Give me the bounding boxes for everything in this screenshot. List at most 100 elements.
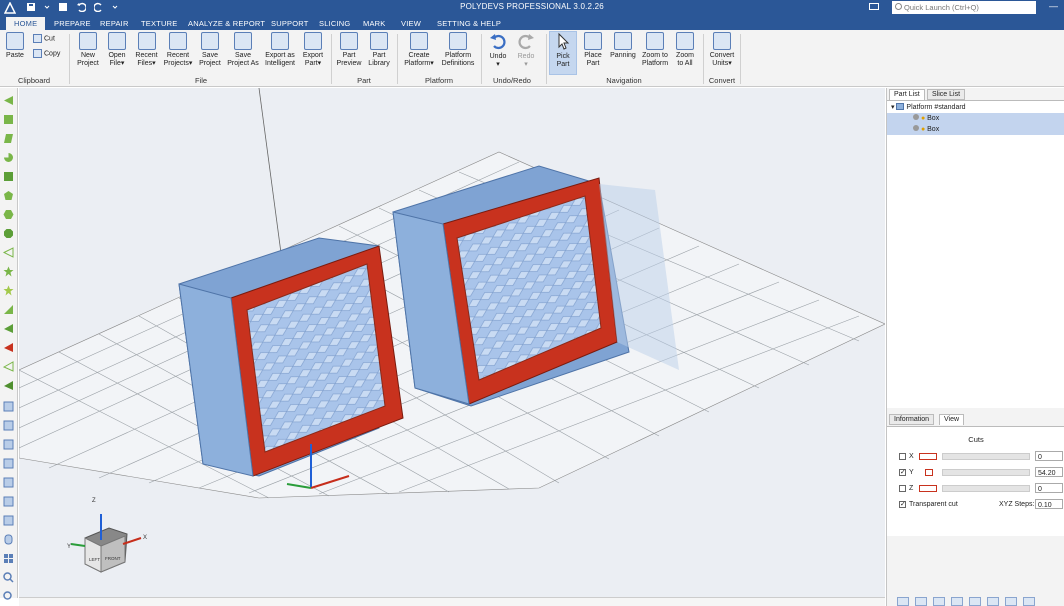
save-project-as-button[interactable]: Save Project As: [226, 32, 260, 68]
grid-tool-icon[interactable]: [3, 553, 14, 564]
view-mode-6-icon[interactable]: [987, 597, 999, 606]
wedge-tool-icon[interactable]: [3, 304, 14, 315]
convert-units-button[interactable]: Convert Units▾: [707, 32, 737, 68]
cut-y-slider[interactable]: [942, 469, 1030, 476]
tab-mark[interactable]: MARK: [363, 19, 385, 28]
search-tool-icon[interactable]: [3, 591, 14, 602]
cut-button[interactable]: Cut: [33, 34, 55, 43]
undo-dropdown-arrow[interactable]: ▾: [486, 61, 510, 69]
cube-tool-3-icon[interactable]: [3, 439, 14, 450]
view-mode-4-icon[interactable]: [951, 597, 963, 606]
triangle-tool-icon[interactable]: [3, 95, 14, 106]
tab-slicing[interactable]: SLICING: [319, 19, 350, 28]
outline-triangle-tool-icon[interactable]: [3, 247, 14, 258]
view-mode-7-icon[interactable]: [1005, 597, 1017, 606]
cut-y-value-input[interactable]: 54.20: [1035, 467, 1063, 477]
copy-button[interactable]: Copy: [33, 49, 60, 58]
create-platform-button[interactable]: Create Platform▾: [401, 32, 437, 68]
export-part-button[interactable]: Export Part▾: [300, 32, 326, 68]
tree-item-box-2[interactable]: ● Box: [887, 124, 1064, 135]
undo-button[interactable]: Undo ▾: [486, 32, 510, 69]
red-wedge-tool-icon[interactable]: [3, 342, 14, 353]
cut-x-value-input[interactable]: 0: [1035, 451, 1063, 461]
view-mode-3-icon[interactable]: [933, 597, 945, 606]
cube-tool-icon[interactable]: [3, 401, 14, 412]
tab-part-list[interactable]: Part List: [889, 89, 925, 100]
part-library-button[interactable]: Part Library: [365, 32, 393, 68]
xyz-steps-input[interactable]: 0.10: [1035, 499, 1063, 509]
cut-z-checkbox[interactable]: [899, 485, 906, 492]
cube-tool-5-icon[interactable]: [3, 477, 14, 488]
zoom-to-all-button[interactable]: Zoom to All: [672, 32, 698, 68]
star-alt-tool-icon[interactable]: [3, 285, 14, 296]
lightbulb-icon[interactable]: ●: [921, 115, 925, 122]
paste-button[interactable]: Paste: [4, 32, 26, 60]
octagon-tool-icon[interactable]: [3, 228, 14, 239]
tab-support[interactable]: SUPPORT: [271, 19, 309, 28]
square-tool-icon[interactable]: [3, 114, 14, 125]
tab-view[interactable]: VIEW: [401, 19, 421, 28]
cube-tool-2-icon[interactable]: [3, 420, 14, 431]
zoom-to-platform-button[interactable]: Zoom to Platform: [639, 32, 671, 68]
part-preview-button[interactable]: Part Preview: [335, 32, 363, 68]
cut-y-checkbox[interactable]: ✓: [899, 469, 906, 476]
cylinder-tool-icon[interactable]: [3, 534, 14, 545]
new-project-button[interactable]: New Project: [74, 32, 102, 68]
3d-viewport[interactable]: LEFT FRONT Z Y X: [19, 88, 885, 598]
cut-x-color-swatch[interactable]: [919, 453, 937, 460]
cut-x-slider[interactable]: [942, 453, 1030, 460]
export-intelligent-button[interactable]: Export as Intelligent: [262, 32, 298, 68]
parallelogram-tool-icon[interactable]: [3, 133, 14, 144]
recent-files-button[interactable]: Recent Files▾: [133, 32, 160, 68]
tab-view[interactable]: View: [939, 414, 965, 425]
tab-prepare[interactable]: PREPARE: [54, 19, 91, 28]
cut-x-checkbox[interactable]: [899, 453, 906, 460]
cut-z-value-input[interactable]: 0: [1035, 483, 1063, 493]
pentagon-tool-icon[interactable]: [3, 190, 14, 201]
redo-button[interactable]: Redo ▾: [514, 32, 538, 69]
box-tool-icon[interactable]: [3, 171, 14, 182]
panning-button[interactable]: Panning: [608, 32, 638, 60]
view-cube[interactable]: [70, 514, 142, 573]
minimize-button[interactable]: —: [1049, 1, 1058, 11]
lightbulb-icon[interactable]: ●: [921, 126, 925, 133]
cube-tool-4-icon[interactable]: [3, 458, 14, 469]
cube-tool-7-icon[interactable]: [3, 515, 14, 526]
tab-information[interactable]: Information: [889, 414, 935, 425]
tab-slice-list[interactable]: Slice List: [927, 89, 966, 100]
cut-z-color-swatch[interactable]: [919, 485, 937, 492]
magnifier-tool-icon[interactable]: [3, 572, 14, 583]
open-file-button[interactable]: Open File▾: [104, 32, 130, 68]
view-mode-2-icon[interactable]: [915, 597, 927, 606]
pie-tool-icon[interactable]: [3, 152, 14, 163]
hexagon-tool-icon[interactable]: [3, 209, 14, 220]
tab-setting-help[interactable]: SETTING & HELP: [437, 19, 501, 28]
cut-y-color-swatch[interactable]: [925, 469, 933, 476]
cut-z-slider[interactable]: [942, 485, 1030, 492]
redo-dropdown-arrow[interactable]: ▾: [514, 61, 538, 69]
view-mode-8-icon[interactable]: [1023, 597, 1035, 606]
transparent-cut-checkbox[interactable]: ✓: [899, 501, 906, 508]
save-project-button[interactable]: Save Project: [196, 32, 224, 68]
cube-tool-6-icon[interactable]: [3, 496, 14, 507]
scene-canvas[interactable]: LEFT FRONT Z Y X: [19, 88, 885, 598]
view-mode-1-icon[interactable]: [897, 597, 909, 606]
visibility-icon[interactable]: [913, 114, 919, 120]
star-tool-icon[interactable]: [3, 266, 14, 277]
visibility-icon[interactable]: [913, 125, 919, 131]
place-part-button[interactable]: Place Part: [580, 32, 606, 68]
tree-root-platform[interactable]: ▾ Platform #standard: [887, 102, 1064, 113]
tab-analyze-report[interactable]: ANALYZE & REPORT: [188, 19, 265, 28]
quick-launch-input[interactable]: Quick Launch (Ctrl+Q): [892, 1, 1036, 14]
tree-item-box-1[interactable]: ● Box: [887, 113, 1064, 124]
wedge-alt-tool-icon[interactable]: [3, 323, 14, 334]
green-wedge-tool-icon[interactable]: [3, 380, 14, 391]
platform-definitions-button[interactable]: Platform Definitions: [439, 32, 477, 68]
tab-home[interactable]: HOME: [6, 17, 46, 30]
tab-texture[interactable]: TEXTURE: [141, 19, 177, 28]
pick-part-button[interactable]: Pick Part: [549, 31, 577, 75]
recent-projects-button[interactable]: Recent Projects▾: [162, 32, 194, 68]
tab-repair[interactable]: REPAIR: [100, 19, 129, 28]
outline-wedge-tool-icon[interactable]: [3, 361, 14, 372]
notification-icon[interactable]: [869, 3, 879, 12]
